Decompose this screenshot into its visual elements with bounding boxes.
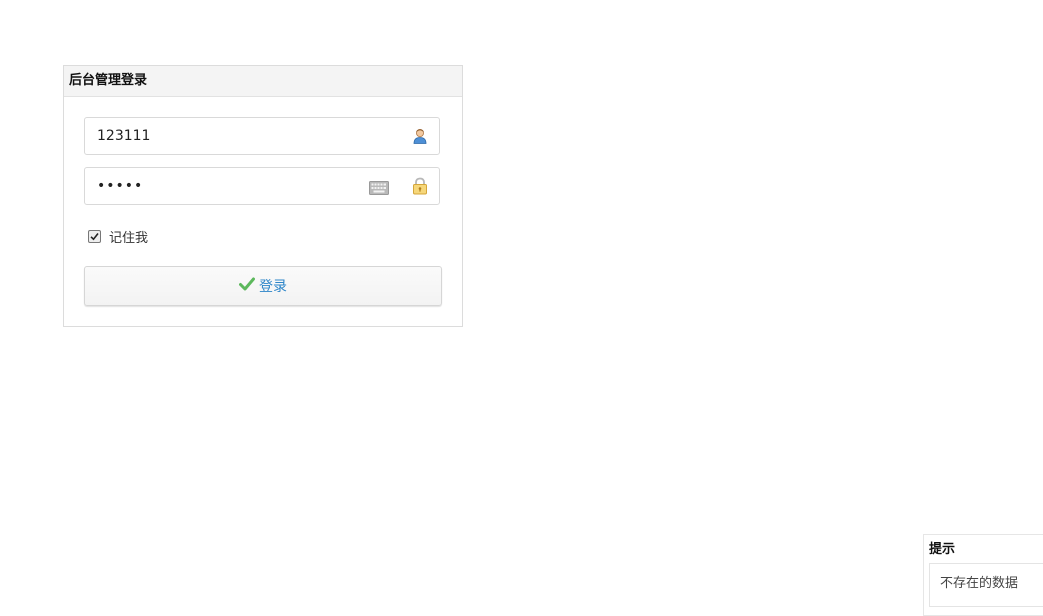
user-icon	[412, 128, 428, 144]
password-field	[84, 167, 440, 205]
login-panel: 后台管理登录 123111 ••••• 记住我 登录	[63, 65, 463, 327]
tip-panel: 提示 不存在的数据	[923, 534, 1043, 616]
remember-me[interactable]: 记住我	[88, 228, 149, 246]
remember-checkbox[interactable]	[88, 229, 101, 243]
lock-icon	[412, 177, 428, 195]
username-field	[84, 117, 440, 155]
username-input[interactable]	[86, 119, 406, 153]
login-title: 后台管理登录	[64, 66, 462, 97]
login-button-label: 登录	[259, 279, 287, 295]
keyboard-icon[interactable]	[369, 180, 389, 195]
login-button[interactable]: 登录	[84, 266, 442, 306]
tip-message: 不存在的数据	[929, 563, 1043, 607]
password-input[interactable]	[86, 169, 361, 203]
remember-label: 记住我	[109, 230, 149, 246]
checkmark-icon	[239, 277, 259, 295]
tip-title: 提示	[929, 542, 956, 557]
